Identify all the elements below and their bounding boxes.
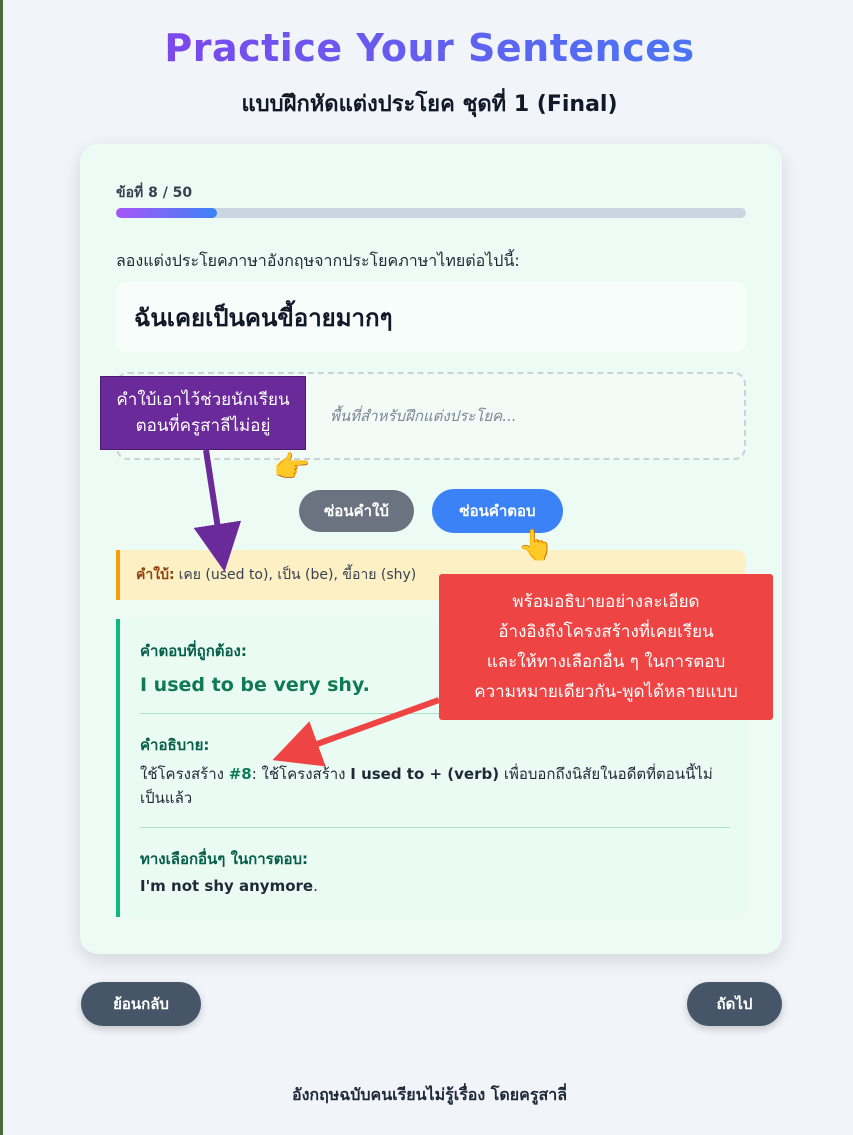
explanation-text: ใช้โครงสร้าง #8: ใช้โครงสร้าง I used to … (140, 762, 730, 810)
explanation-mid: : ใช้โครงสร้าง (251, 765, 351, 783)
hint-text: เคย (used to), เป็น (be), ขี้อาย (shy) (178, 567, 417, 583)
hide-hint-button[interactable]: ซ่อนคำใบ้ (299, 490, 414, 532)
progress-fill (116, 208, 217, 218)
exercise-card: ข้อที่ 8 / 50 ลองแต่งประโยคภาษาอังกฤษจาก… (80, 144, 782, 954)
app-page: Practice Your Sentences แบบฝึกหัดแต่งประ… (0, 0, 853, 1135)
page-title: Practice Your Sentences (3, 26, 853, 70)
callout-line: ตอนที่ครูสาลีไม่อยู่ (135, 416, 271, 436)
page-subtitle: แบบฝึกหัดแต่งประโยค ชุดที่ 1 (Final) (241, 92, 618, 117)
callout-line: คำใบ้เอาไว้ช่วยนักเรียน (116, 390, 290, 410)
structure-reference: #8 (228, 765, 252, 783)
explanation-prefix: ใช้โครงสร้าง (140, 765, 229, 783)
pointing-hand-icon: 👆 (517, 528, 555, 563)
alternatives-heading: ทางเลือกอื่นๆ ในการตอบ: (140, 850, 308, 868)
alternative-answer: I'm not shy anymore. (140, 877, 318, 895)
callout-line: อ้างอิงถึงโครงสร้างที่เคยเรียน (498, 622, 714, 642)
alternative-answer-period: . (313, 877, 318, 895)
next-button[interactable]: ถัดไป (687, 982, 782, 1026)
divider (140, 827, 730, 828)
alternative-answer-text: I'm not shy anymore (140, 877, 314, 895)
callout-line: ความหมายเดียวกัน-พูดได้หลายแบบ (474, 682, 738, 702)
correct-answer-heading: คำตอบที่ถูกต้อง: (140, 642, 247, 660)
previous-button[interactable]: ย้อนกลับ (81, 982, 201, 1026)
hint-label: คำใบ้: (136, 567, 175, 583)
footer-credit: อังกฤษฉบับคนเรียนไม่รู้เรื่อง โดยครูสาลี… (291, 1085, 568, 1104)
pointing-hand-icon: 👉 (273, 450, 311, 485)
progress-bar (116, 208, 746, 218)
hide-answer-button[interactable]: ซ่อนคำตอบ (432, 489, 563, 533)
callout-line: และให้ทางเลือกอื่น ๆ ในการตอบ (486, 652, 726, 672)
hint-annotation-callout: คำใบ้เอาไว้ช่วยนักเรียน ตอนที่ครูสาลีไม่… (100, 376, 306, 450)
thai-sentence: ฉันเคยเป็นคนขี้อายมากๆ (116, 282, 746, 352)
correct-answer: I used to be very shy. (140, 674, 370, 696)
callout-line: พร้อมอธิบายอย่างละเอียด (512, 592, 700, 612)
instruction-text: ลองแต่งประโยคภาษาอังกฤษจากประโยคภาษาไทยต… (116, 251, 520, 270)
structure-pattern: I used to + (verb) (350, 765, 500, 783)
explanation-heading: คำอธิบาย: (140, 736, 210, 754)
explanation-annotation-callout: พร้อมอธิบายอย่างละเอียด อ้างอิงถึงโครงสร… (439, 574, 773, 720)
progress-label: ข้อที่ 8 / 50 (116, 185, 193, 201)
